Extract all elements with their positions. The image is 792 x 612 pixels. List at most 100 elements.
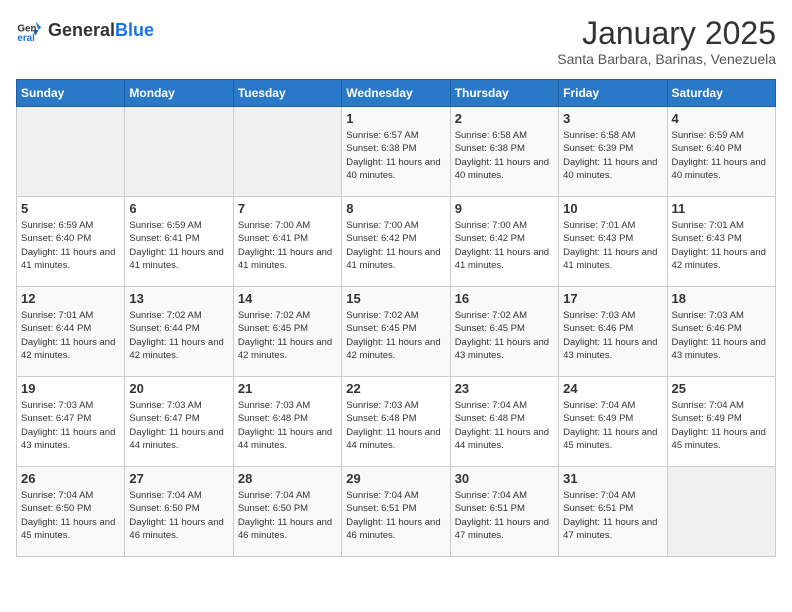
title-block: January 2025 Santa Barbara, Barinas, Ven… (557, 16, 776, 67)
day-number: 29 (346, 471, 445, 486)
day-number: 11 (672, 201, 771, 216)
header-friday: Friday (559, 80, 667, 107)
day-info: Sunrise: 7:00 AM Sunset: 6:42 PM Dayligh… (346, 219, 445, 272)
table-cell: 25 Sunrise: 7:04 AM Sunset: 6:49 PM Dayl… (667, 377, 775, 467)
logo: Gen eral GeneralBlue (16, 16, 154, 44)
table-cell: 21 Sunrise: 7:03 AM Sunset: 6:48 PM Dayl… (233, 377, 341, 467)
table-cell: 7 Sunrise: 7:00 AM Sunset: 6:41 PM Dayli… (233, 197, 341, 287)
day-info: Sunrise: 7:03 AM Sunset: 6:48 PM Dayligh… (346, 399, 445, 452)
table-cell: 31 Sunrise: 7:04 AM Sunset: 6:51 PM Dayl… (559, 467, 667, 557)
logo-blue-text: Blue (115, 20, 154, 40)
day-info: Sunrise: 6:58 AM Sunset: 6:38 PM Dayligh… (455, 129, 554, 182)
calendar-subtitle: Santa Barbara, Barinas, Venezuela (557, 51, 776, 67)
day-info: Sunrise: 7:03 AM Sunset: 6:48 PM Dayligh… (238, 399, 337, 452)
day-info: Sunrise: 7:00 AM Sunset: 6:41 PM Dayligh… (238, 219, 337, 272)
day-number: 28 (238, 471, 337, 486)
day-info: Sunrise: 7:01 AM Sunset: 6:43 PM Dayligh… (563, 219, 662, 272)
day-number: 6 (129, 201, 228, 216)
header-thursday: Thursday (450, 80, 558, 107)
day-number: 22 (346, 381, 445, 396)
header-sunday: Sunday (17, 80, 125, 107)
week-row-1: 1 Sunrise: 6:57 AM Sunset: 6:38 PM Dayli… (17, 107, 776, 197)
table-cell: 9 Sunrise: 7:00 AM Sunset: 6:42 PM Dayli… (450, 197, 558, 287)
day-info: Sunrise: 7:04 AM Sunset: 6:50 PM Dayligh… (129, 489, 228, 542)
day-info: Sunrise: 7:02 AM Sunset: 6:45 PM Dayligh… (455, 309, 554, 362)
day-number: 20 (129, 381, 228, 396)
table-cell: 13 Sunrise: 7:02 AM Sunset: 6:44 PM Dayl… (125, 287, 233, 377)
day-number: 5 (21, 201, 120, 216)
table-cell: 11 Sunrise: 7:01 AM Sunset: 6:43 PM Dayl… (667, 197, 775, 287)
day-info: Sunrise: 7:04 AM Sunset: 6:49 PM Dayligh… (672, 399, 771, 452)
table-cell: 6 Sunrise: 6:59 AM Sunset: 6:41 PM Dayli… (125, 197, 233, 287)
table-cell: 29 Sunrise: 7:04 AM Sunset: 6:51 PM Dayl… (342, 467, 450, 557)
day-info: Sunrise: 7:03 AM Sunset: 6:46 PM Dayligh… (672, 309, 771, 362)
table-cell: 17 Sunrise: 7:03 AM Sunset: 6:46 PM Dayl… (559, 287, 667, 377)
table-cell: 23 Sunrise: 7:04 AM Sunset: 6:48 PM Dayl… (450, 377, 558, 467)
table-cell (125, 107, 233, 197)
table-cell: 14 Sunrise: 7:02 AM Sunset: 6:45 PM Dayl… (233, 287, 341, 377)
day-number: 2 (455, 111, 554, 126)
table-cell: 1 Sunrise: 6:57 AM Sunset: 6:38 PM Dayli… (342, 107, 450, 197)
logo-icon: Gen eral (16, 16, 44, 44)
day-number: 15 (346, 291, 445, 306)
table-cell: 8 Sunrise: 7:00 AM Sunset: 6:42 PM Dayli… (342, 197, 450, 287)
table-cell: 16 Sunrise: 7:02 AM Sunset: 6:45 PM Dayl… (450, 287, 558, 377)
day-info: Sunrise: 7:03 AM Sunset: 6:47 PM Dayligh… (21, 399, 120, 452)
table-cell: 24 Sunrise: 7:04 AM Sunset: 6:49 PM Dayl… (559, 377, 667, 467)
table-cell: 4 Sunrise: 6:59 AM Sunset: 6:40 PM Dayli… (667, 107, 775, 197)
week-row-5: 26 Sunrise: 7:04 AM Sunset: 6:50 PM Dayl… (17, 467, 776, 557)
day-number: 3 (563, 111, 662, 126)
table-cell: 18 Sunrise: 7:03 AM Sunset: 6:46 PM Dayl… (667, 287, 775, 377)
day-info: Sunrise: 7:00 AM Sunset: 6:42 PM Dayligh… (455, 219, 554, 272)
day-number: 7 (238, 201, 337, 216)
day-number: 21 (238, 381, 337, 396)
header-saturday: Saturday (667, 80, 775, 107)
header-row: SundayMondayTuesdayWednesdayThursdayFrid… (17, 80, 776, 107)
table-cell: 10 Sunrise: 7:01 AM Sunset: 6:43 PM Dayl… (559, 197, 667, 287)
day-info: Sunrise: 7:02 AM Sunset: 6:44 PM Dayligh… (129, 309, 228, 362)
day-number: 14 (238, 291, 337, 306)
header-wednesday: Wednesday (342, 80, 450, 107)
table-cell: 28 Sunrise: 7:04 AM Sunset: 6:50 PM Dayl… (233, 467, 341, 557)
table-cell (667, 467, 775, 557)
day-info: Sunrise: 7:04 AM Sunset: 6:50 PM Dayligh… (238, 489, 337, 542)
day-info: Sunrise: 6:59 AM Sunset: 6:41 PM Dayligh… (129, 219, 228, 272)
day-info: Sunrise: 7:04 AM Sunset: 6:51 PM Dayligh… (563, 489, 662, 542)
calendar-table: SundayMondayTuesdayWednesdayThursdayFrid… (16, 79, 776, 557)
day-number: 19 (21, 381, 120, 396)
day-info: Sunrise: 7:04 AM Sunset: 6:51 PM Dayligh… (455, 489, 554, 542)
day-info: Sunrise: 7:01 AM Sunset: 6:44 PM Dayligh… (21, 309, 120, 362)
day-info: Sunrise: 7:01 AM Sunset: 6:43 PM Dayligh… (672, 219, 771, 272)
table-cell: 22 Sunrise: 7:03 AM Sunset: 6:48 PM Dayl… (342, 377, 450, 467)
day-number: 4 (672, 111, 771, 126)
day-number: 18 (672, 291, 771, 306)
day-info: Sunrise: 7:04 AM Sunset: 6:49 PM Dayligh… (563, 399, 662, 452)
week-row-2: 5 Sunrise: 6:59 AM Sunset: 6:40 PM Dayli… (17, 197, 776, 287)
week-row-3: 12 Sunrise: 7:01 AM Sunset: 6:44 PM Dayl… (17, 287, 776, 377)
day-number: 8 (346, 201, 445, 216)
header-monday: Monday (125, 80, 233, 107)
day-number: 26 (21, 471, 120, 486)
day-number: 9 (455, 201, 554, 216)
day-info: Sunrise: 6:57 AM Sunset: 6:38 PM Dayligh… (346, 129, 445, 182)
day-number: 30 (455, 471, 554, 486)
table-cell: 30 Sunrise: 7:04 AM Sunset: 6:51 PM Dayl… (450, 467, 558, 557)
day-info: Sunrise: 7:04 AM Sunset: 6:50 PM Dayligh… (21, 489, 120, 542)
table-cell: 27 Sunrise: 7:04 AM Sunset: 6:50 PM Dayl… (125, 467, 233, 557)
day-number: 27 (129, 471, 228, 486)
day-number: 13 (129, 291, 228, 306)
table-cell: 12 Sunrise: 7:01 AM Sunset: 6:44 PM Dayl… (17, 287, 125, 377)
logo-general-text: General (48, 20, 115, 40)
header-tuesday: Tuesday (233, 80, 341, 107)
day-info: Sunrise: 7:03 AM Sunset: 6:47 PM Dayligh… (129, 399, 228, 452)
table-cell: 26 Sunrise: 7:04 AM Sunset: 6:50 PM Dayl… (17, 467, 125, 557)
calendar-title: January 2025 (557, 16, 776, 51)
table-cell: 15 Sunrise: 7:02 AM Sunset: 6:45 PM Dayl… (342, 287, 450, 377)
table-cell: 19 Sunrise: 7:03 AM Sunset: 6:47 PM Dayl… (17, 377, 125, 467)
svg-text:eral: eral (17, 33, 35, 44)
day-number: 10 (563, 201, 662, 216)
table-cell: 5 Sunrise: 6:59 AM Sunset: 6:40 PM Dayli… (17, 197, 125, 287)
day-number: 12 (21, 291, 120, 306)
table-cell (233, 107, 341, 197)
day-info: Sunrise: 6:59 AM Sunset: 6:40 PM Dayligh… (21, 219, 120, 272)
